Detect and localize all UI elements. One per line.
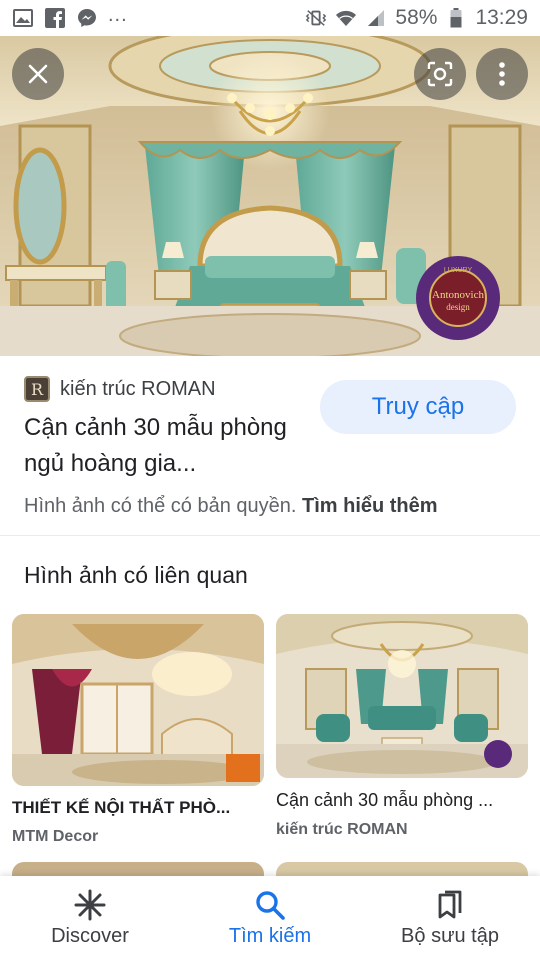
more-notifications: ... (108, 3, 128, 26)
facebook-icon (44, 7, 66, 29)
messenger-icon (76, 7, 98, 29)
nav-search[interactable]: Tìm kiếm (180, 876, 360, 960)
nav-discover[interactable]: Discover (0, 876, 180, 960)
site-favicon: R (24, 376, 50, 402)
related-images-heading: Hình ảnh có liên quan (24, 562, 248, 588)
more-vert-icon (499, 62, 505, 86)
related-card[interactable]: THIẾT KẾ NỘI THẤT PHÒ... MTM Decor (12, 614, 264, 846)
battery-percent: 58% (395, 6, 438, 29)
source-name: kiến trúc ROMAN (60, 377, 216, 400)
learn-more-link[interactable]: Tìm hiểu thêm (302, 495, 438, 517)
related-thumbnail[interactable] (276, 614, 528, 778)
hero-image[interactable]: LUXURY Antonovich design (0, 36, 540, 356)
bottom-navigation: Discover Tìm kiếm Bộ sưu tập (0, 876, 540, 960)
watermark-top: LUXURY (444, 267, 473, 274)
nav-discover-label: Discover (51, 924, 129, 947)
wifi-icon (335, 7, 357, 29)
related-source: kiến trúc ROMAN (276, 821, 408, 838)
collections-icon (438, 890, 462, 918)
asterisk-icon (74, 889, 106, 920)
related-title: Cận cảnh 30 mẫu phòng ... (276, 790, 494, 810)
watermark-sub: design (446, 302, 470, 312)
more-options-button[interactable] (476, 48, 528, 100)
signal-icon (365, 7, 387, 29)
related-thumbnail[interactable] (12, 614, 264, 786)
related-source: MTM Decor (12, 828, 99, 845)
result-title[interactable]: Cận cảnh 30 mẫu phòng ngủ hoàng gia... (24, 410, 314, 482)
lens-button[interactable] (414, 48, 466, 100)
clock: 13:29 (475, 6, 528, 29)
related-card[interactable]: Cận cảnh 30 mẫu phòng ... kiến trúc ROMA… (276, 614, 528, 839)
related-title: THIẾT KẾ NỘI THẤT PHÒ... (12, 798, 231, 817)
visit-button[interactable]: Truy cập (320, 380, 516, 434)
search-icon (256, 890, 285, 920)
lens-icon (427, 61, 453, 87)
watermark-brand: Antonovich (432, 289, 484, 301)
copyright-text: Hình ảnh có thể có bản quyền. (24, 495, 297, 517)
nav-search-label: Tìm kiếm (228, 924, 312, 947)
close-button[interactable] (12, 48, 64, 100)
close-icon (28, 64, 48, 84)
source-link[interactable]: R kiến trúc ROMAN (24, 376, 216, 402)
status-bar: ... 58% 13:29 (0, 0, 540, 36)
battery-icon (445, 7, 467, 29)
nav-collections[interactable]: Bộ sưu tập (360, 876, 540, 960)
result-info: R kiến trúc ROMAN Cận cảnh 30 mẫu phòng … (0, 356, 540, 536)
copyright-notice: Hình ảnh có thể có bản quyền. Tìm hiểu t… (24, 495, 438, 518)
vibrate-icon (305, 7, 327, 29)
image-notification-icon (12, 7, 34, 29)
nav-collections-label: Bộ sưu tập (401, 924, 499, 947)
